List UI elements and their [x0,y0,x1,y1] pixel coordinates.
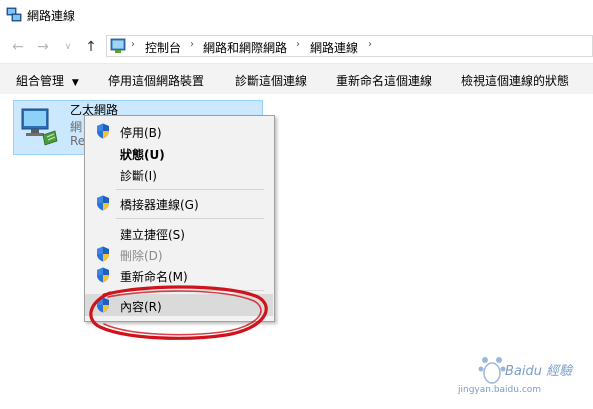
annotation-ellipse [89,285,268,340]
menu-item-label: 橋接器連線(G) [120,198,199,212]
forward-button[interactable]: → [33,37,53,57]
breadcrumb-separator-icon: › [368,39,372,50]
menu-item-create-shortcut[interactable]: 建立捷徑(S) [85,222,273,244]
menu-item-label: 診斷(I) [120,169,157,183]
breadcrumb-separator-icon: › [131,39,135,50]
chevron-down-icon: ∨ [64,42,72,52]
menu-item-label: 狀態(U) [120,148,165,162]
view-status-button[interactable]: 檢視這個連線的狀態 [461,72,569,89]
menu-item-label: 建立捷徑(S) [120,228,185,242]
menu-item-bridge[interactable]: 橋接器連線(G) [85,192,273,214]
disable-device-button[interactable]: 停用這個網路裝置 [108,72,204,89]
breadcrumb-network-internet[interactable]: 網路和網際網路 [203,39,287,56]
ethernet-adapter-icon [21,108,58,146]
uac-shield-icon [97,123,109,139]
menu-separator [116,189,264,190]
rename-connection-button[interactable]: 重新命名這個連線 [336,72,432,89]
recent-locations-button[interactable]: ∨ [58,37,78,57]
diagnose-connection-button[interactable]: 診斷這個連線 [235,72,307,89]
control-panel-icon [110,38,126,53]
watermark-url: jingyan.baidu.com [458,385,542,395]
arrow-up-icon: ↑ [85,39,97,55]
window-title: 網路連線 [27,9,76,23]
organize-button[interactable]: 組合管理 ▼ [16,72,79,89]
arrow-left-icon: ← [12,39,24,55]
connection-adapter-label: Re [70,134,86,148]
back-button[interactable]: ← [8,37,28,57]
connection-network-label: 網 [70,120,83,134]
menu-item-delete: 刪除(D) [85,243,273,265]
arrow-right-icon: → [37,39,49,55]
watermark-brand: Baidu 經驗 [505,364,573,379]
dropdown-arrow-icon: ▼ [71,78,79,88]
breadcrumb-control-panel[interactable]: 控制台 [145,39,181,56]
menu-item-disable[interactable]: 停用(B) [85,120,273,142]
uac-shield-icon [97,267,109,283]
menu-separator [116,218,264,219]
menu-item-label: 停用(B) [120,126,162,140]
menu-item-diagnose[interactable]: 診斷(I) [85,163,273,185]
up-button[interactable]: ↑ [81,37,101,57]
breadcrumb-separator-icon: › [190,39,194,50]
breadcrumb-separator-icon: › [296,39,300,50]
title-bar [0,0,593,30]
menu-item-label: 刪除(D) [120,249,163,263]
breadcrumb-network-connections[interactable]: 網路連線 [310,39,358,56]
menu-item-status[interactable]: 狀態(U) [85,142,273,164]
network-connections-icon [6,7,22,22]
uac-shield-icon [97,246,109,262]
organize-label: 組合管理 [16,74,65,88]
uac-shield-icon [97,195,109,211]
